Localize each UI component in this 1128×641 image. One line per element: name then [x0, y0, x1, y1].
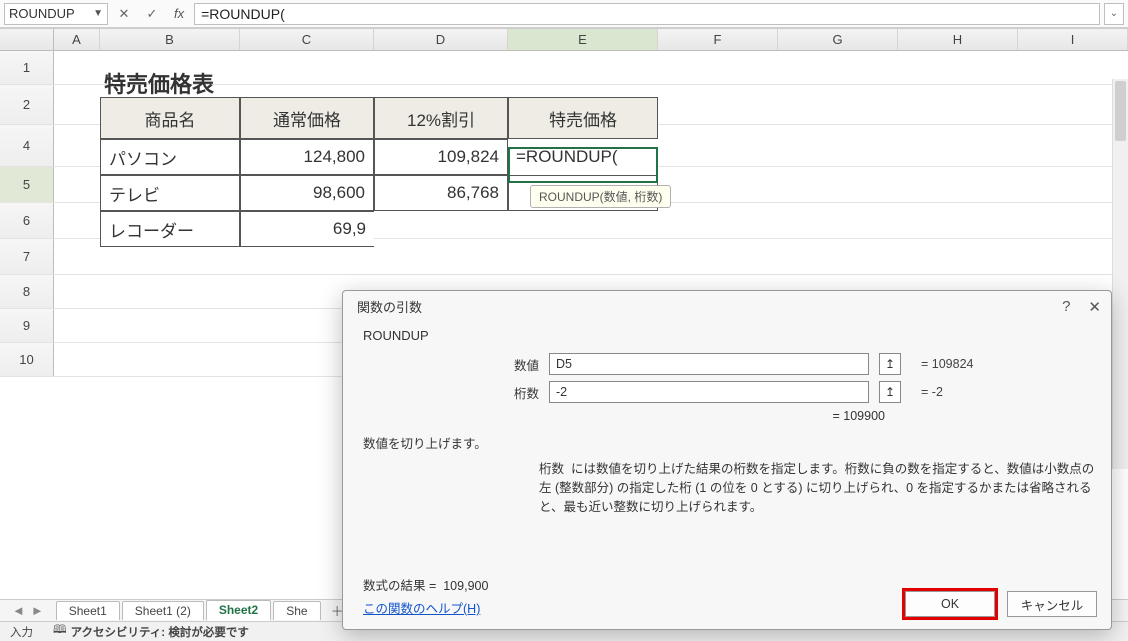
sheet-tab-active[interactable]: Sheet2 [206, 600, 271, 621]
select-all-corner[interactable] [0, 29, 54, 50]
col-header[interactable]: G [778, 29, 898, 50]
cell-name[interactable]: パソコン [100, 139, 240, 175]
col-header[interactable]: I [1018, 29, 1128, 50]
fx-icon[interactable]: fx [168, 6, 190, 21]
row-header[interactable]: 2 [0, 85, 54, 124]
th-sale[interactable]: 特売価格 [508, 97, 658, 139]
sheet-tab[interactable]: Sheet1 [56, 601, 120, 620]
cancel-button[interactable]: キャンセル [1007, 591, 1097, 617]
function-description: 数値を切り上げます。 [363, 433, 1095, 452]
name-box[interactable]: ROUNDUP ▼ [4, 3, 108, 25]
calc-result: = 109900 [359, 409, 1095, 423]
formula-text: =ROUNDUP( [201, 6, 285, 22]
arg-label: 数値 [489, 355, 539, 374]
expand-formula-bar-button[interactable]: ⌄ [1104, 3, 1124, 25]
function-name: ROUNDUP [363, 328, 1095, 343]
tab-nav-prev-icon[interactable]: ◄ [12, 603, 25, 618]
function-arguments-dialog: 関数の引数 ? ✕ ROUNDUP 数値 D5 ↥ = 109824 桁数 -2… [342, 290, 1112, 630]
dialog-footer: 数式の結果 = 109,900 この関数のヘルプ(H) OK キャンセル [343, 551, 1111, 629]
sheet-tab[interactable]: She [273, 601, 320, 620]
table-row: パソコン 124,800 109,824 =ROUNDUP( [100, 139, 658, 175]
cell-price[interactable]: 124,800 [240, 139, 374, 175]
collapse-dialog-icon[interactable]: ↥ [879, 381, 901, 403]
cell-price-clipped[interactable]: 69,9 [240, 211, 374, 247]
col-header[interactable]: D [374, 29, 508, 50]
cell-name[interactable]: レコーダー [100, 211, 240, 247]
status-accessibility: アクセシビリティ: 検討が必要です [71, 624, 249, 640]
sheet-title: 特売価格表 [104, 67, 214, 99]
formula-bar: ROUNDUP ▼ ✕ ✓ fx =ROUNDUP( ⌄ [0, 0, 1128, 28]
price-table: 商品名 通常価格 12%割引 特売価格 パソコン 124,800 109,824… [100, 97, 658, 247]
sheet-tab[interactable]: Sheet1 (2) [122, 601, 204, 620]
row-header[interactable]: 6 [0, 203, 54, 238]
arg-input-digits[interactable]: -2 [549, 381, 869, 403]
col-header[interactable]: B [100, 29, 240, 50]
cell-sale-editing[interactable]: =ROUNDUP( [516, 147, 618, 167]
arg-row-number: 数値 D5 ↥ = 109824 [359, 353, 1095, 375]
formula-input[interactable]: =ROUNDUP( [194, 3, 1100, 25]
th-name[interactable]: 商品名 [100, 97, 240, 139]
row-header[interactable]: 8 [0, 275, 54, 308]
tab-nav-next-icon[interactable]: ► [31, 603, 44, 618]
accept-formula-button[interactable]: ✓ [140, 3, 164, 25]
scrollbar-thumb[interactable] [1115, 81, 1126, 141]
table-row: レコーダー 69,9 [100, 211, 658, 247]
ok-button-highlight [902, 588, 998, 620]
row-header[interactable]: 7 [0, 239, 54, 274]
cell-disc[interactable]: 109,824 [374, 139, 508, 175]
name-box-value: ROUNDUP [9, 6, 75, 21]
col-header[interactable]: H [898, 29, 1018, 50]
row-header[interactable]: 1 [0, 51, 54, 84]
row-header[interactable]: 9 [0, 309, 54, 342]
arg-result: = -2 [921, 385, 943, 399]
ok-button[interactable]: OK [905, 591, 995, 617]
dialog-title: 関数の引数 [357, 297, 422, 316]
formula-result: 数式の結果 = 109,900 [363, 575, 488, 594]
arg-label: 桁数 [489, 383, 539, 402]
chevron-down-icon: ▼ [93, 8, 103, 19]
col-header[interactable]: F [658, 29, 778, 50]
close-icon[interactable]: ✕ [1088, 298, 1101, 316]
cell-name[interactable]: テレビ [100, 175, 240, 211]
cell-disc[interactable]: 86,768 [374, 175, 508, 211]
col-header[interactable]: A [54, 29, 100, 50]
row-header-active[interactable]: 5 [0, 167, 54, 202]
row-header[interactable]: 10 [0, 343, 54, 376]
vertical-scrollbar[interactable] [1112, 79, 1128, 469]
column-headers: A B C D E F G H I [0, 29, 1128, 51]
col-header-active[interactable]: E [508, 29, 658, 50]
arg-result: = 109824 [921, 357, 974, 371]
cancel-formula-button[interactable]: ✕ [112, 3, 136, 25]
arg-row-digits: 桁数 -2 ↥ = -2 [359, 381, 1095, 403]
cell-price[interactable]: 98,600 [240, 175, 374, 211]
table-header-row: 商品名 通常価格 12%割引 特売価格 [100, 97, 658, 139]
th-discount[interactable]: 12%割引 [374, 97, 508, 139]
help-icon[interactable]: ? [1062, 298, 1070, 316]
th-price[interactable]: 通常価格 [240, 97, 374, 139]
row-header[interactable]: 4 [0, 125, 54, 166]
col-header[interactable]: C [240, 29, 374, 50]
dialog-titlebar[interactable]: 関数の引数 ? ✕ [343, 291, 1111, 320]
status-mode: 入力 [10, 624, 33, 640]
argument-description: 桁数 には数値を切り上げた結果の桁数を指定します。桁数に負の数を指定すると、数値… [539, 460, 1095, 516]
function-help-link[interactable]: この関数のヘルプ(H) [363, 602, 480, 616]
collapse-dialog-icon[interactable]: ↥ [879, 353, 901, 375]
dialog-body: ROUNDUP 数値 D5 ↥ = 109824 桁数 -2 ↥ = -2 = … [343, 320, 1111, 530]
function-tooltip: ROUNDUP(数値, 桁数) [530, 185, 671, 208]
arg-input-number[interactable]: D5 [549, 353, 869, 375]
accessibility-icon: 🕮 [53, 622, 67, 641]
